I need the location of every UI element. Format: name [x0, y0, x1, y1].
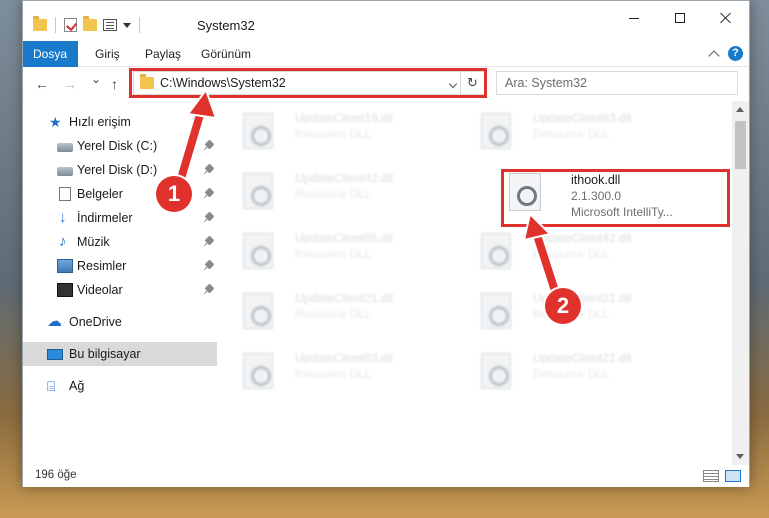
annotation-arrows: [174, 87, 562, 300]
annotation-badge-1: 1: [156, 176, 192, 212]
arrow-1: [174, 87, 218, 188]
arrow-2: [522, 212, 562, 300]
annotation-badge-2: 2: [545, 288, 581, 324]
